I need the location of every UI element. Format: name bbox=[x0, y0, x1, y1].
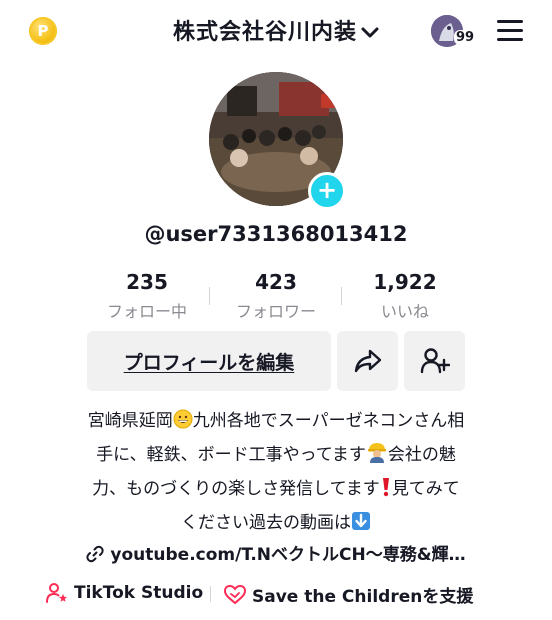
profile-link[interactable]: youtube.com/T.NベクトルCH〜専務&輝… bbox=[0, 540, 552, 565]
hamburger-menu-icon[interactable] bbox=[497, 20, 523, 42]
account-name: 株式会社谷川内装 bbox=[172, 20, 357, 45]
edit-profile-button[interactable]: プロフィールを編集 bbox=[87, 331, 331, 391]
stat-divider bbox=[341, 287, 342, 305]
add-user-icon bbox=[420, 348, 450, 374]
bio-line-2: 手に、軽鉄、ボード工事やってます 会社の魅 bbox=[40, 438, 512, 472]
profile-shortcuts: TikTok Studio Save the Childrenを支援 bbox=[0, 580, 552, 608]
person-star-icon bbox=[46, 583, 67, 603]
link-icon bbox=[86, 545, 105, 563]
plus-icon: + bbox=[316, 176, 338, 204]
edit-profile-label: プロフィールを編集 bbox=[123, 351, 295, 374]
share-profile-button[interactable] bbox=[337, 331, 398, 391]
tiktok-studio-label: TikTok Studio bbox=[74, 583, 204, 603]
grinning-face-icon bbox=[173, 409, 193, 429]
share-arrow-icon bbox=[354, 349, 381, 373]
username: @user7331368013412 bbox=[144, 222, 408, 246]
followers-label: フォロワー bbox=[235, 302, 316, 321]
exclamation-icon bbox=[382, 478, 389, 497]
bio-line-4: ください過去の動画は bbox=[40, 506, 512, 540]
stat-likes[interactable]: 1,922 いいね bbox=[345, 270, 465, 322]
add-friend-button[interactable] bbox=[404, 331, 465, 391]
top-bar: P 株式会社谷川内装 99 bbox=[0, 0, 552, 62]
likes-label: いいね bbox=[380, 302, 429, 321]
tiktok-studio-link[interactable]: TikTok Studio bbox=[46, 582, 203, 604]
likes-count: 1,922 bbox=[373, 270, 437, 294]
stat-divider bbox=[209, 287, 210, 305]
construction-worker-icon bbox=[367, 443, 386, 463]
charity-label: Save the Childrenを支援 bbox=[252, 587, 474, 607]
chevron-down-icon bbox=[361, 27, 379, 38]
bio-line-1: 宮崎県延岡 九州各地でスーパーゼネコンさん相 bbox=[87, 409, 465, 431]
bio-line-3: 力、ものづくりの楽しさ発信してます 見てみて bbox=[92, 478, 460, 499]
charity-link[interactable]: Save the Childrenを支援 bbox=[224, 582, 473, 607]
shortcut-divider bbox=[210, 586, 211, 602]
following-count: 235 bbox=[126, 270, 168, 294]
notification-badge: 99 bbox=[454, 30, 477, 45]
down-arrow-icon bbox=[352, 512, 370, 530]
add-story-button[interactable]: + bbox=[308, 172, 346, 210]
profile-link-text: youtube.com/T.NベクトルCH〜専務&輝… bbox=[110, 545, 466, 565]
stat-followers[interactable]: 423 フォロワー bbox=[216, 270, 336, 322]
heart-ribbon-icon bbox=[224, 584, 246, 604]
profile-bio: 宮崎県延岡 九州各地でスーパーゼネコンさん相 手に、軽鉄、ボード工事やってます 会社… bbox=[40, 404, 512, 540]
followers-count: 423 bbox=[255, 270, 297, 294]
following-label: フォロー中 bbox=[106, 302, 187, 321]
stat-following[interactable]: 235 フォロー中 bbox=[87, 270, 207, 322]
